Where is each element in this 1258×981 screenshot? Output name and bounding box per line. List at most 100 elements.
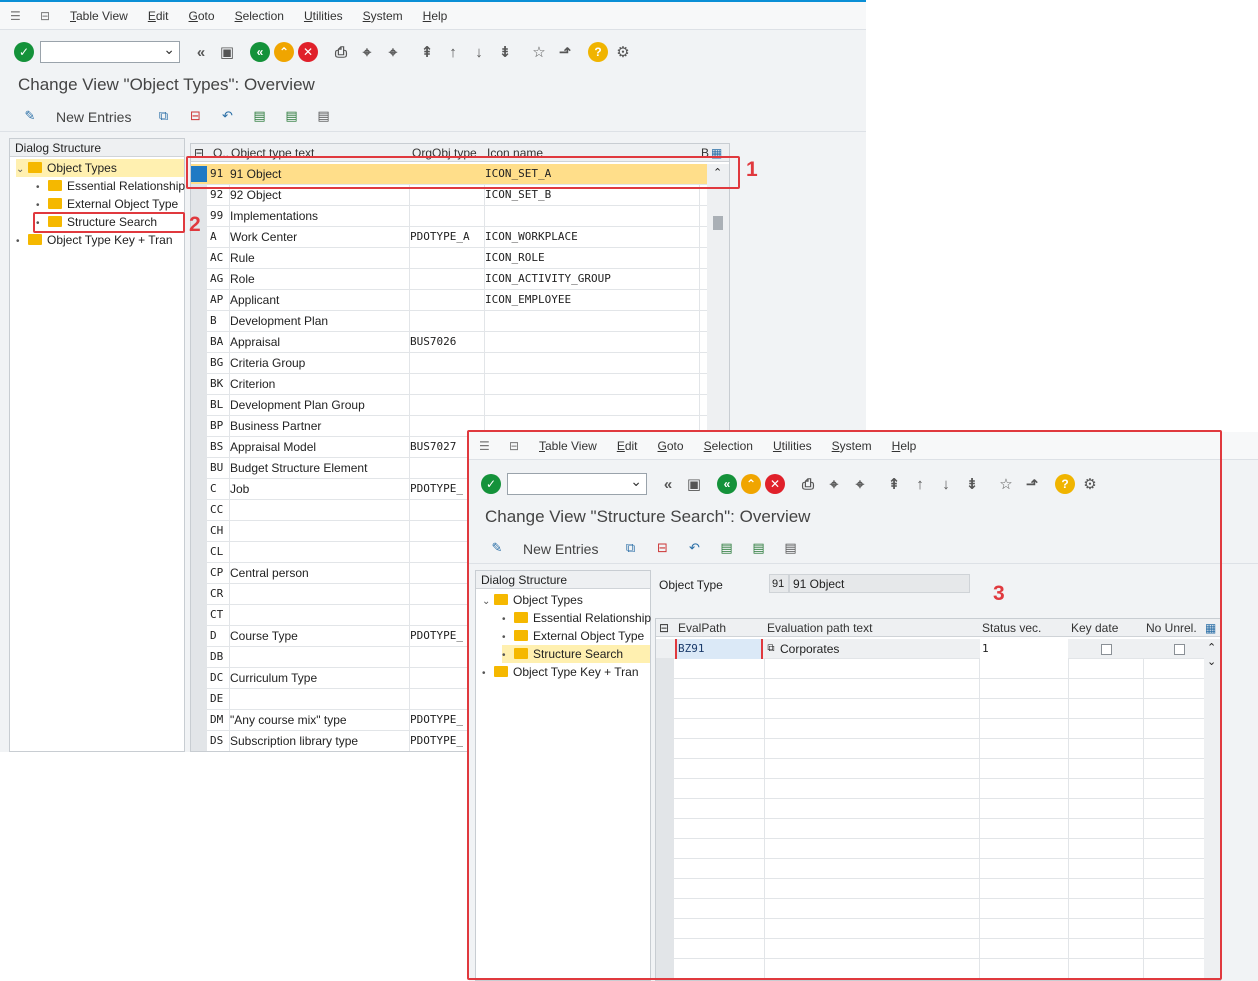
- orgobj-type-cell[interactable]: [410, 311, 483, 331]
- menu-icon[interactable]: ☰: [10, 10, 24, 22]
- object-type-text-cell[interactable]: Development Plan: [230, 311, 408, 331]
- menu-utilities[interactable]: Utilities: [294, 9, 353, 23]
- new-entries-button[interactable]: New Entries: [56, 109, 131, 125]
- object-type-text-cell[interactable]: Curriculum Type: [230, 668, 408, 688]
- new-session-icon[interactable]: ☆: [528, 41, 550, 63]
- icon-name-cell[interactable]: ICON_WORKPLACE: [485, 227, 698, 247]
- object-type-text-cell[interactable]: Role: [230, 269, 408, 289]
- object-type-cell[interactable]: CC: [210, 500, 229, 520]
- menu-goto[interactable]: Goto: [179, 9, 225, 23]
- table-row[interactable]: BA Appraisal BUS7026: [191, 332, 707, 353]
- tree-item-essential-relationship[interactable]: • Essential Relationship: [36, 177, 185, 195]
- object-type-cell[interactable]: CT: [210, 605, 229, 625]
- object-type-cell[interactable]: DC: [210, 668, 229, 688]
- icon-name-cell[interactable]: ICON_ROLE: [485, 248, 698, 268]
- object-type-cell[interactable]: 99: [210, 206, 229, 226]
- shortcut-icon[interactable]: ⬏: [554, 41, 576, 63]
- table-row[interactable]: BG Criteria Group: [191, 353, 707, 374]
- object-type-text-cell[interactable]: [230, 584, 408, 604]
- icon-name-cell[interactable]: ICON_ACTIVITY_GROUP: [485, 269, 698, 289]
- object-type-cell[interactable]: DS: [210, 731, 229, 751]
- object-type-cell[interactable]: AC: [210, 248, 229, 268]
- table-row[interactable]: 99 Implementations: [191, 206, 707, 227]
- icon-name-cell[interactable]: ICON_EMPLOYEE: [485, 290, 698, 310]
- table-row[interactable]: BK Criterion: [191, 374, 707, 395]
- object-type-text-cell[interactable]: [230, 605, 408, 625]
- last-page-icon[interactable]: ⇟: [494, 41, 516, 63]
- object-type-cell[interactable]: BP: [210, 416, 229, 436]
- select-all-icon[interactable]: ▤: [249, 108, 269, 126]
- object-type-text-cell[interactable]: Budget Structure Element: [230, 458, 408, 478]
- object-type-text-cell[interactable]: Job: [230, 479, 408, 499]
- object-type-cell[interactable]: BU: [210, 458, 229, 478]
- object-type-cell[interactable]: CR: [210, 584, 229, 604]
- tree-item-object-types[interactable]: ⌄ Object Types: [16, 159, 184, 177]
- table-row[interactable]: B Development Plan: [191, 311, 707, 332]
- collapse-icon[interactable]: «: [190, 41, 212, 63]
- deselect-all-icon[interactable]: ▤: [313, 108, 333, 126]
- icon-name-cell[interactable]: [485, 332, 698, 352]
- object-type-text-cell[interactable]: [230, 500, 408, 520]
- object-type-text-cell[interactable]: Development Plan Group: [230, 395, 408, 415]
- table-row[interactable]: AP Applicant ICON_EMPLOYEE: [191, 290, 707, 311]
- object-type-text-cell[interactable]: [230, 689, 408, 709]
- icon-name-cell[interactable]: [485, 206, 698, 226]
- help-icon[interactable]: ?: [588, 42, 608, 62]
- find-next-icon[interactable]: ⌖: [382, 41, 404, 63]
- icon-name-cell[interactable]: [485, 395, 698, 415]
- pin-icon[interactable]: ⊟: [40, 10, 54, 22]
- object-type-cell[interactable]: DM: [210, 710, 229, 730]
- object-type-text-cell[interactable]: Appraisal Model: [230, 437, 408, 457]
- orgobj-type-cell[interactable]: [410, 353, 483, 373]
- menu-selection[interactable]: Selection: [225, 9, 294, 23]
- undo-icon[interactable]: ↶: [217, 108, 237, 126]
- icon-name-cell[interactable]: [485, 353, 698, 373]
- first-page-icon[interactable]: ⇞: [416, 41, 438, 63]
- scroll-thumb[interactable]: [713, 216, 723, 230]
- cancel-icon[interactable]: ✕: [298, 42, 318, 62]
- print-icon[interactable]: ⎙: [330, 41, 352, 63]
- save-icon[interactable]: ▣: [216, 41, 238, 63]
- display-change-icon[interactable]: ✎: [20, 108, 40, 126]
- orgobj-type-cell[interactable]: [410, 248, 483, 268]
- object-type-cell[interactable]: BS: [210, 437, 229, 457]
- object-type-text-cell[interactable]: Appraisal: [230, 332, 408, 352]
- object-type-text-cell[interactable]: Implementations: [230, 206, 408, 226]
- object-type-text-cell[interactable]: Rule: [230, 248, 408, 268]
- tree-item-object-type-key[interactable]: • Object Type Key + Tran: [16, 231, 173, 249]
- object-type-cell[interactable]: BA: [210, 332, 229, 352]
- orgobj-type-cell[interactable]: BUS7026: [410, 332, 483, 352]
- object-type-cell[interactable]: BG: [210, 353, 229, 373]
- object-type-cell[interactable]: BK: [210, 374, 229, 394]
- back-icon[interactable]: «: [250, 42, 270, 62]
- object-type-cell[interactable]: CH: [210, 521, 229, 541]
- icon-name-cell[interactable]: [485, 311, 698, 331]
- table-row[interactable]: AG Role ICON_ACTIVITY_GROUP: [191, 269, 707, 290]
- object-type-text-cell[interactable]: [230, 542, 408, 562]
- copy-icon[interactable]: ⧉: [153, 108, 173, 126]
- table-row[interactable]: A Work Center PDOTYPE_A ICON_WORKPLACE: [191, 227, 707, 248]
- object-type-text-cell[interactable]: Applicant: [230, 290, 408, 310]
- find-icon[interactable]: ⌖: [356, 41, 378, 63]
- object-type-text-cell[interactable]: [230, 647, 408, 667]
- object-type-cell[interactable]: CL: [210, 542, 229, 562]
- command-field[interactable]: [40, 41, 180, 63]
- prev-page-icon[interactable]: ↑: [442, 41, 464, 63]
- object-type-text-cell[interactable]: Criterion: [230, 374, 408, 394]
- enter-icon[interactable]: ✓: [14, 42, 34, 62]
- next-page-icon[interactable]: ↓: [468, 41, 490, 63]
- object-type-cell[interactable]: D: [210, 626, 229, 646]
- menu-help[interactable]: Help: [413, 9, 458, 23]
- object-type-cell[interactable]: C: [210, 479, 229, 499]
- menu-table-view[interactable]: Table View: [60, 9, 138, 23]
- object-type-text-cell[interactable]: "Any course mix" type: [230, 710, 408, 730]
- settings-icon[interactable]: ⚙: [612, 41, 634, 63]
- table-row[interactable]: AC Rule ICON_ROLE: [191, 248, 707, 269]
- object-type-text-cell[interactable]: Course Type: [230, 626, 408, 646]
- tree-item-external-object-type[interactable]: • External Object Type: [36, 195, 178, 213]
- orgobj-type-cell[interactable]: [410, 206, 483, 226]
- table-row[interactable]: BL Development Plan Group: [191, 395, 707, 416]
- orgobj-type-cell[interactable]: [410, 290, 483, 310]
- object-type-cell[interactable]: A: [210, 227, 229, 247]
- menu-system[interactable]: System: [353, 9, 413, 23]
